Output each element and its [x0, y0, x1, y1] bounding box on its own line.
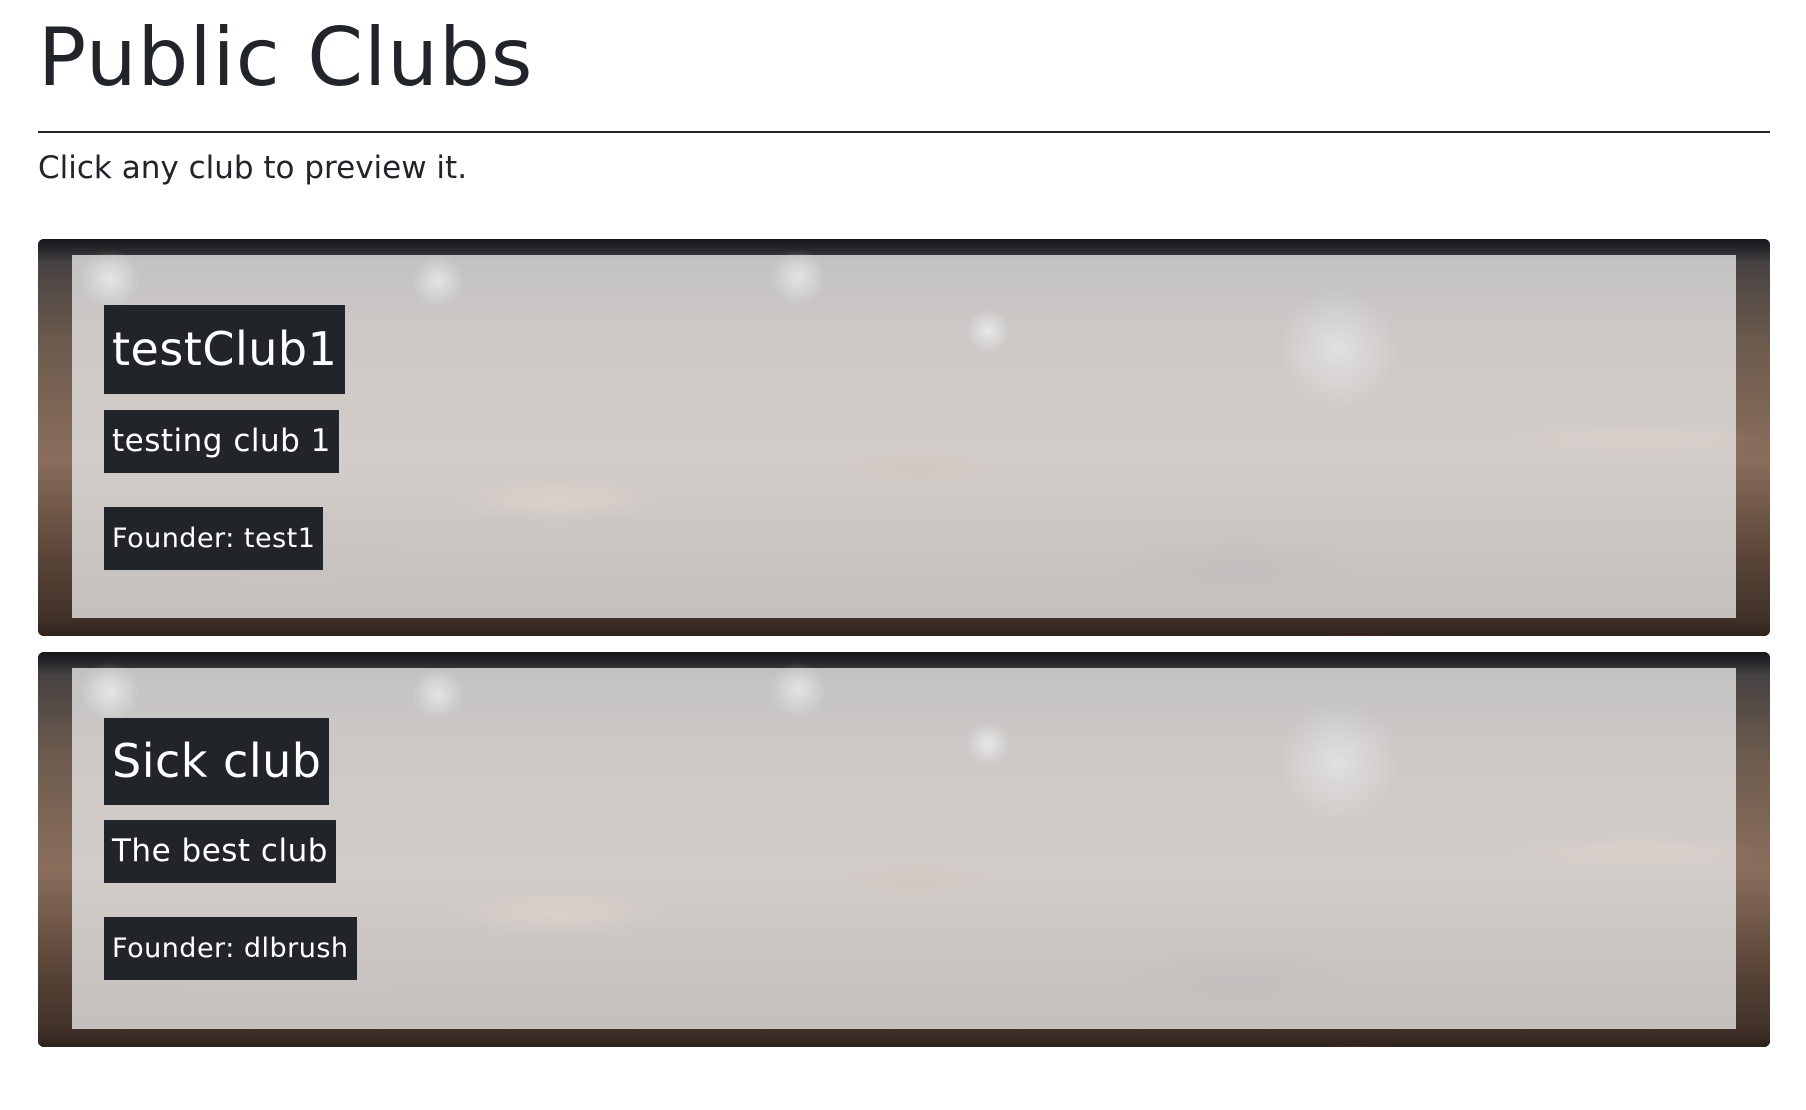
page-title: Public Clubs — [38, 11, 534, 104]
club-description: The best club — [104, 820, 336, 883]
club-description: testing club 1 — [104, 410, 339, 473]
public-clubs-page: Public Clubs Click any club to preview i… — [0, 0, 1806, 1110]
club-founder: Founder: dlbrush — [104, 917, 357, 980]
intro-text: Click any club to preview it. — [38, 150, 468, 186]
club-name: testClub1 — [104, 305, 346, 394]
club-card[interactable]: testClub1 testing club 1 Founder: test1 — [38, 239, 1770, 636]
title-divider — [38, 131, 1770, 133]
club-name: Sick club — [104, 718, 330, 805]
club-card[interactable]: Sick club The best club Founder: dlbrush — [38, 652, 1770, 1047]
club-founder: Founder: test1 — [104, 507, 324, 570]
